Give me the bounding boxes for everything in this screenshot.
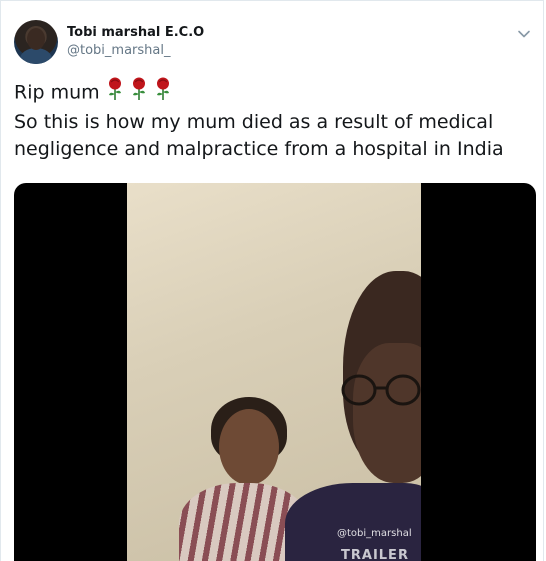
avatar-face-shape [27, 28, 45, 50]
author-avatar[interactable] [14, 20, 58, 64]
tweet-text: Rip mum So this is how my mum died as a … [14, 77, 534, 163]
tweet-text-rip: Rip mum [14, 81, 100, 104]
video-overlay-logo: TRAILER [341, 548, 409, 561]
author-handle[interactable]: @tobi_marshal_ [67, 43, 170, 58]
video-frame: @tobi_marshal TRAILER [127, 183, 421, 561]
video-watermark: @tobi_marshal [337, 528, 412, 539]
rose-icon [154, 77, 172, 109]
tweet-text-line-1: Rip mum [14, 77, 534, 109]
tweet-text-line-3: negligence and malpractice from a hospit… [14, 138, 504, 160]
author-display-name[interactable]: Tobi marshal E.C.O [67, 25, 204, 40]
tweet-card: Tobi marshal E.C.O @tobi_marshal_ Rip mu… [0, 0, 544, 561]
avatar-body-shape [20, 48, 52, 64]
man-face-shape [353, 343, 421, 483]
chevron-down-icon[interactable] [517, 27, 531, 41]
woman-face-shape [219, 409, 279, 485]
rose-icon [130, 77, 148, 109]
rose-icon [106, 77, 124, 109]
tweet-text-line-2: So this is how my mum died as a result o… [14, 111, 494, 133]
tweet-video[interactable]: @tobi_marshal TRAILER [14, 183, 536, 561]
glasses-shape [341, 374, 421, 406]
